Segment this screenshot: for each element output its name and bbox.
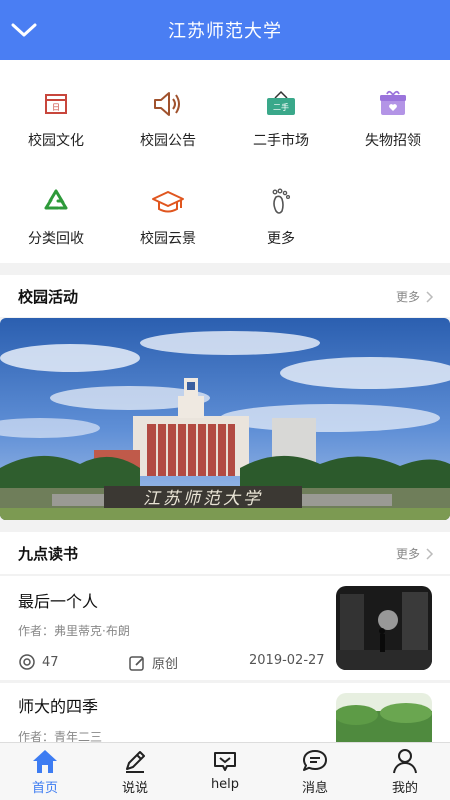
recycle-icon xyxy=(38,184,74,220)
svg-text:日: 日 xyxy=(52,103,60,112)
user-icon xyxy=(393,749,417,774)
function-grid: 日 校园文化 校园公告 二手 二手市场 失物招领 分类回收 校园云景 更多 xyxy=(0,60,450,263)
section-title: 九点读书 xyxy=(18,545,79,563)
gift-box-icon xyxy=(375,86,411,122)
edit-icon xyxy=(129,655,144,671)
app-header: 江苏师范大学 xyxy=(0,0,450,60)
calendar-icon: 日 xyxy=(38,86,74,122)
graduation-cap-icon xyxy=(150,184,186,220)
chevron-right-icon xyxy=(426,547,434,560)
grid-item-scenery[interactable]: 校园云景 xyxy=(112,184,224,248)
message-heart-icon xyxy=(214,752,236,771)
tab-messages[interactable]: 消息 xyxy=(270,747,360,796)
sign-text: 二手 xyxy=(273,102,289,112)
footprint-icon xyxy=(263,184,299,220)
collapse-button[interactable] xyxy=(8,14,40,46)
article-author: 作者：青年二三 xyxy=(18,730,103,743)
article-title: 师大的四季 xyxy=(18,697,99,716)
sign-icon: 二手 xyxy=(263,86,299,122)
activities-header: 校园活动 更多 xyxy=(0,275,450,317)
article-thumbnail xyxy=(336,586,432,670)
view-count: 47 xyxy=(18,653,59,671)
grid-item-more[interactable]: 更多 xyxy=(225,184,337,248)
more-label: 更多 xyxy=(395,547,420,561)
tab-home[interactable]: 首页 xyxy=(0,747,90,796)
chevron-right-icon xyxy=(426,290,434,303)
view-count-text: 47 xyxy=(42,654,59,670)
article-item[interactable]: 最后一个人 作者：弗里蒂克·布朗 47 原创 2019-02-27 xyxy=(0,576,450,680)
bottom-tab-bar: 首页 说说 help 消息 我的 xyxy=(0,742,450,800)
grid-label: 分类回收 xyxy=(28,231,84,247)
page-title: 江苏师范大学 xyxy=(168,21,282,42)
grid-label: 失物招领 xyxy=(365,133,421,149)
tab-label: 首页 xyxy=(31,781,58,796)
grid-item-lost-found[interactable]: 失物招领 xyxy=(337,86,449,150)
article-item[interactable]: 师大的四季 作者：青年二三 xyxy=(0,683,450,743)
grid-label: 更多 xyxy=(267,231,295,247)
article-type-text: 原创 xyxy=(152,657,179,672)
article-author: 作者：弗里蒂克·布朗 xyxy=(18,624,130,638)
chevron-down-icon xyxy=(11,23,37,37)
article-date: 2019-02-27 xyxy=(249,653,325,668)
tab-label: help xyxy=(210,777,240,792)
speaker-icon xyxy=(150,86,186,122)
article-thumbnail xyxy=(336,693,432,743)
tab-label: 我的 xyxy=(391,781,418,796)
grid-label: 校园文化 xyxy=(28,133,84,149)
article-title: 最后一个人 xyxy=(18,592,99,611)
banner-sign-text: 江苏师范大学 xyxy=(143,489,263,509)
activities-more-link[interactable]: 更多 xyxy=(396,288,434,305)
eye-icon xyxy=(19,654,35,670)
pencil-icon xyxy=(126,751,145,773)
tab-help[interactable]: help xyxy=(180,747,270,792)
grid-label: 二手市场 xyxy=(253,133,309,149)
tab-label: 消息 xyxy=(301,781,328,796)
article-type: 原创 xyxy=(128,653,178,672)
section-title: 校园活动 xyxy=(18,288,79,306)
home-icon xyxy=(33,750,57,773)
reading-more-link[interactable]: 更多 xyxy=(396,545,434,562)
campus-banner[interactable]: 江苏师范大学 xyxy=(0,318,450,520)
grid-item-notice[interactable]: 校园公告 xyxy=(112,86,224,150)
grid-item-culture[interactable]: 日 校园文化 xyxy=(0,86,112,150)
grid-item-recycle[interactable]: 分类回收 xyxy=(0,184,112,248)
grid-item-market[interactable]: 二手 二手市场 xyxy=(225,86,337,150)
grid-label: 校园云景 xyxy=(140,231,196,247)
reading-header: 九点读书 更多 xyxy=(0,532,450,574)
tab-posts[interactable]: 说说 xyxy=(90,747,180,796)
more-label: 更多 xyxy=(395,290,420,304)
tab-label: 说说 xyxy=(121,781,148,796)
tab-profile[interactable]: 我的 xyxy=(360,747,450,796)
chat-bubble-icon xyxy=(303,750,327,771)
grid-label: 校园公告 xyxy=(140,133,196,149)
